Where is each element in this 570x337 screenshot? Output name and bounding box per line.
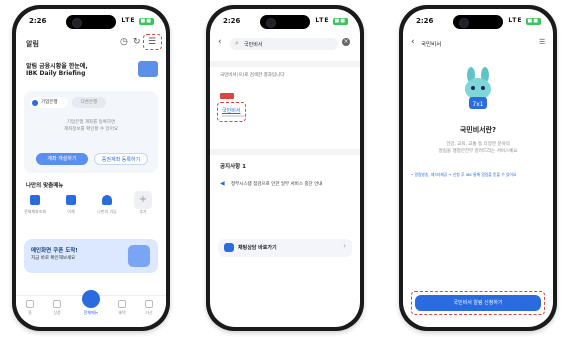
menu-item-2[interactable]: 나만의 기능: [92, 209, 122, 215]
product-icon: [53, 300, 61, 308]
dynamic-island: [66, 15, 116, 29]
headline-line1: 알림 금융시황을 한눈에,: [26, 63, 88, 70]
menu-hamburger-icon[interactable]: ☰: [539, 38, 545, 46]
detail-heading: 국민비서란?: [459, 126, 497, 134]
dynamic-island: [453, 15, 503, 29]
clear-icon[interactable]: ×: [342, 38, 350, 46]
search-value: 국민비서: [244, 42, 263, 48]
back-icon[interactable]: ‹: [411, 37, 415, 47]
battery-icon: ■■: [138, 18, 154, 25]
chat-icon: [224, 243, 234, 252]
svg-text:7x1: 7x1: [472, 101, 483, 108]
back-icon[interactable]: ‹: [218, 37, 222, 47]
detail-screen: 2:26 LTE ■■ ‹ 국민비서 ☰ 7x1 국민비서란? 건강, 교육, …: [403, 9, 553, 327]
menu-item-0[interactable]: 전체계좌조회: [20, 209, 50, 215]
shield-icon[interactable]: [102, 195, 112, 205]
notice-text[interactable]: 정부시스템 점검으로 인한 일부 서비스 중단 안내: [231, 181, 322, 187]
phone-home: 2:26 LTE ■■ 알림 ◷ ↻ ☰ 알림 금융시황을 한눈에, IBK D…: [12, 5, 170, 331]
open-account-button[interactable]: 계좌 개설하기: [36, 153, 88, 165]
wallet-icon: [145, 300, 153, 308]
search-input[interactable]: ⌕ 국민비서: [230, 38, 338, 50]
menu-item-1[interactable]: 이체: [56, 209, 86, 215]
search-icon: ⌕: [235, 39, 239, 47]
battery-icon: ■■: [525, 18, 541, 25]
add-menu-icon[interactable]: +: [134, 191, 152, 209]
menu-item-3[interactable]: 추가: [128, 209, 158, 215]
divider: [210, 149, 360, 155]
gift-icon: [118, 300, 126, 308]
transfer-icon[interactable]: [66, 195, 76, 205]
result-thumb-icon: [220, 93, 234, 99]
mascot-icon: 7x1: [465, 67, 491, 109]
battery-icon: ■■: [332, 18, 348, 25]
nav-benefit[interactable]: 혜택: [110, 300, 134, 316]
notice-title: 공지사항 1: [220, 164, 246, 170]
account-list-icon[interactable]: [30, 195, 40, 205]
desc-line2: 알림을 행정안전부 알려드리는 서비스예요: [438, 149, 518, 154]
status-time: 2:26: [416, 17, 434, 25]
all-menu-icon: [82, 290, 100, 308]
info-link[interactable]: • 알림발송, 제3자제공 → 신청 후 IBK 통해 알림을 받을 수 있어요: [411, 172, 547, 178]
briefing-icon: [138, 61, 158, 77]
banner-line2: 지금 바로 확인해보세요: [31, 256, 76, 261]
status-time: 2:26: [223, 17, 241, 25]
status-time: 2:26: [29, 17, 47, 25]
app-title: 알림: [26, 40, 39, 48]
headline-line2: IBK Daily Briefing: [26, 70, 86, 77]
page-title: 국민비서: [421, 42, 442, 48]
empty-line2: 계좌정보를 확인할 수 있어요: [64, 127, 118, 132]
bottom-nav: 홈 상품 전체메뉴 혜택 자산: [16, 290, 166, 321]
nav-home[interactable]: 홈: [18, 300, 42, 316]
empty-line1: 기업은행 계좌를 등록하면: [66, 120, 116, 125]
banner-line1: 메인화면 쿠폰 도착!: [31, 248, 78, 254]
nav-product[interactable]: 상품: [45, 300, 69, 316]
nav-asset[interactable]: 자산: [137, 300, 161, 316]
home-icon: [26, 300, 34, 308]
register-securities-button[interactable]: 증권계좌 등록하기: [94, 153, 148, 165]
home-screen: 2:26 LTE ■■ 알림 ◷ ↻ ☰ 알림 금융시황을 한눈에, IBK D…: [16, 9, 166, 327]
megaphone-icon: ◀: [220, 180, 225, 187]
dynamic-island: [260, 15, 310, 29]
signal-label: LTE: [121, 17, 136, 24]
account-card: 기업은행 다른은행 기업은행 계좌를 등록하면 계좌정보를 확인할 수 있어요 …: [24, 91, 158, 173]
coupon-illustration-icon: [128, 245, 150, 267]
chat-consult-button[interactable]: 채팅상담 바로가기 ›: [218, 239, 352, 257]
coupon-banner[interactable]: 메인화면 쿠폰 도착! 지금 바로 확인해보세요: [24, 239, 158, 273]
result-hint: 국민비서(으)로 검색한 결과입니다: [220, 73, 285, 78]
signal-label: LTE: [508, 17, 523, 24]
highlight-result: [217, 102, 246, 122]
bell-icon[interactable]: ◷: [120, 37, 128, 47]
desc-line1: 건강, 교육, 교통 등 다양한 분야의: [446, 142, 510, 147]
chat-label: 채팅상담 바로가기: [238, 245, 277, 251]
nav-all-menu[interactable]: 전체메뉴: [79, 290, 103, 316]
my-menu-grid: 전체계좌조회 이체 나만의 기능 + 추가: [24, 191, 158, 227]
search-screen: 2:26 LTE ■■ ‹ ⌕ 국민비서 × 국민비서(으)로 검색한 결과입니…: [210, 9, 360, 327]
phone-detail: 2:26 LTE ■■ ‹ 국민비서 ☰ 7x1 국민비서란? 건강, 교육, …: [399, 5, 557, 331]
tab-other[interactable]: 다른은행: [72, 97, 106, 108]
divider: [210, 61, 360, 67]
chevron-right-icon: ›: [343, 242, 346, 250]
ibk-logo-icon: [32, 99, 38, 106]
signal-label: LTE: [315, 17, 330, 24]
phone-search: 2:26 LTE ■■ ‹ ⌕ 국민비서 × 국민비서(으)로 검색한 결과입니…: [206, 5, 364, 331]
highlight-cta: [411, 291, 545, 315]
highlight-menu: [143, 34, 162, 50]
refresh-icon[interactable]: ↻: [133, 37, 141, 47]
my-menu-title: 나만의 맞춤메뉴: [26, 183, 64, 189]
